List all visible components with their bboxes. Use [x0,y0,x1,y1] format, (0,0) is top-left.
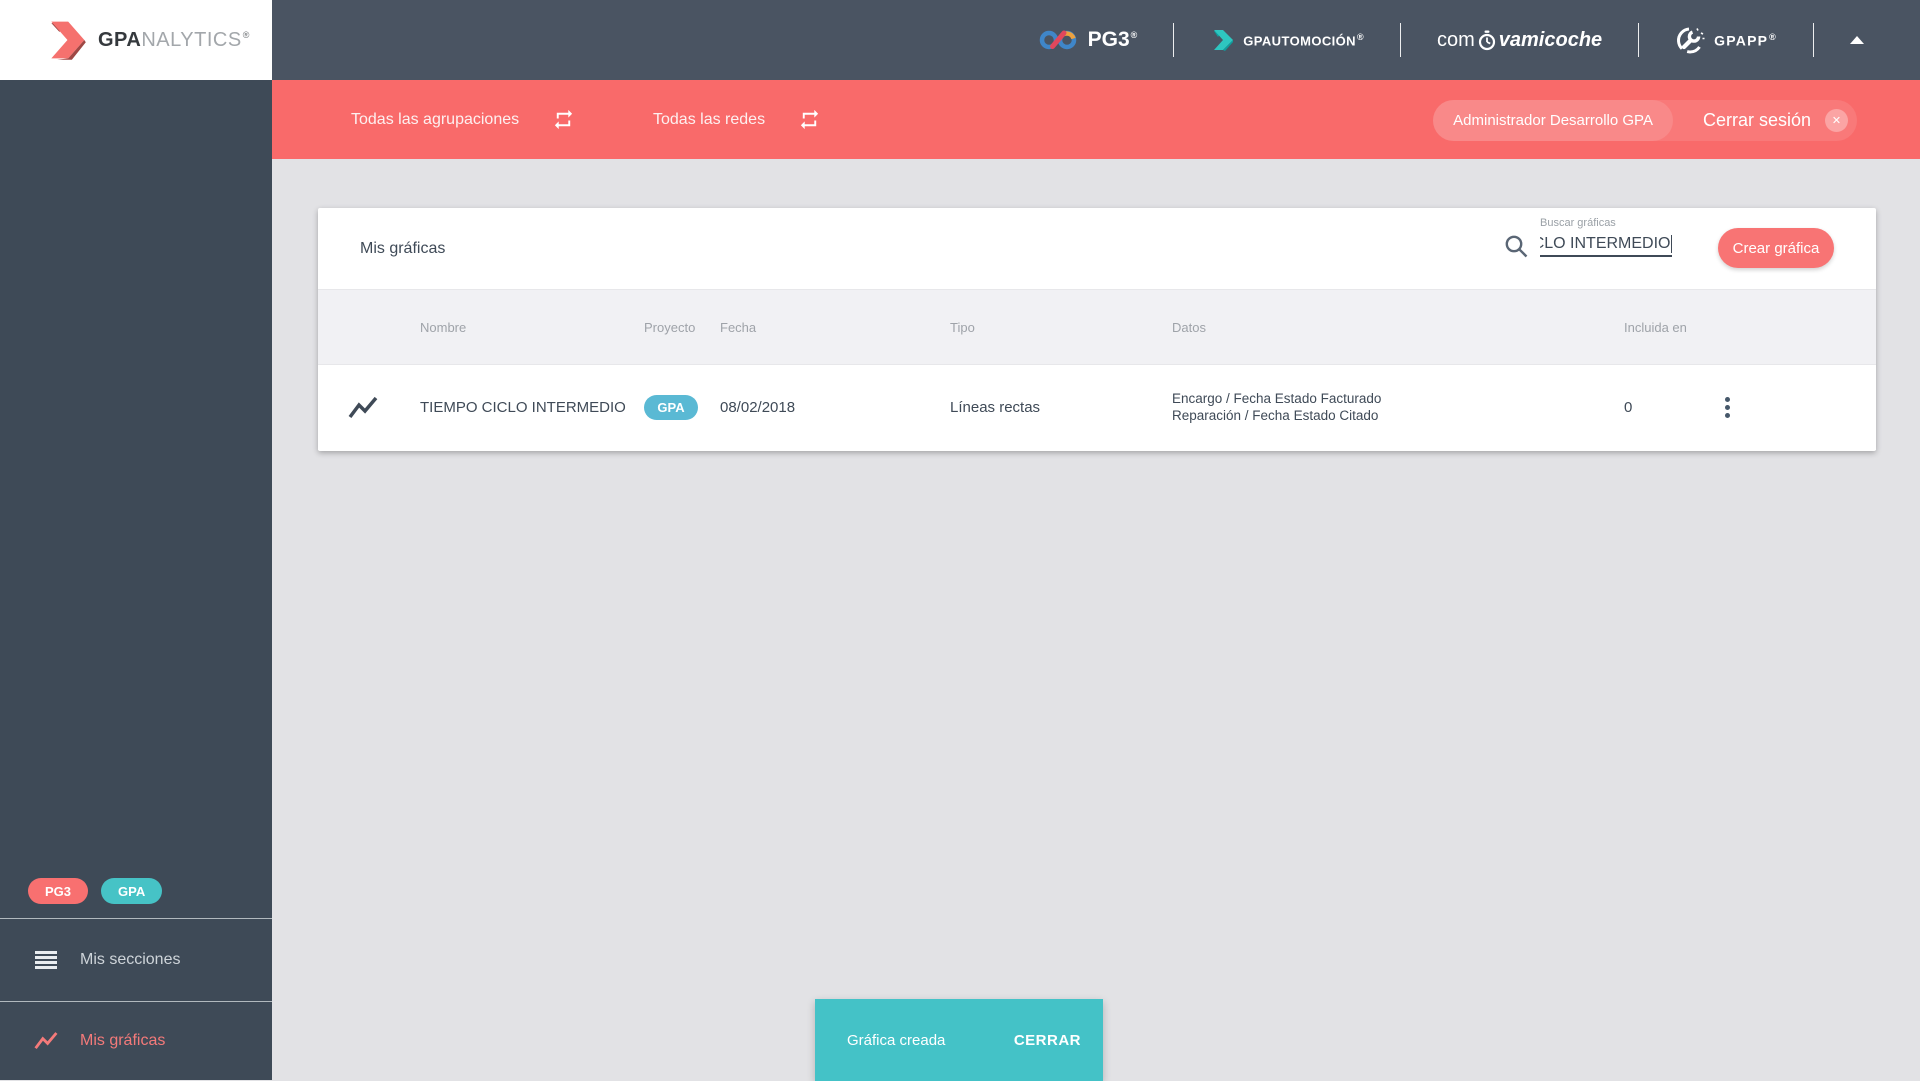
gpapp-wrench-icon [1677,27,1705,54]
top-bar: PG3® GPAUTOMOCIÓN® com vamicoche GPAPP® [272,0,1920,80]
session-pill: Administrador Desarrollo GPA Cerrar sesi… [1433,100,1857,141]
text-cursor [1670,234,1672,253]
column-header-tipo: Tipo [950,319,975,335]
swap-icon[interactable] [552,108,575,131]
row-data-line1: Encargo / Fecha Estado Facturado [1172,391,1382,406]
filter-agrupaciones-label: Todas las agrupaciones [351,110,520,128]
sidebar: GPANALYTICS® PG3 GPA Mis secciones Mis g… [0,0,272,1080]
badge-gpa[interactable]: GPA [101,878,163,904]
row-date: 08/02/2018 [720,399,796,416]
search-input-value: CICLO INTERMEDIO [1540,234,1671,252]
brand-gpapp-label: GPAPP® [1714,31,1777,49]
sidebar-badges: PG3 GPA [28,878,163,904]
app-logo-text: GPANALYTICS® [98,29,250,52]
search-label: Buscar gráficas [1540,217,1616,229]
brand-gpautomocion-label: GPAUTOMOCIÓN® [1243,31,1364,49]
card-header: Mis gráficas Buscar gráficas CICLO INTER… [318,208,1876,289]
brand-comvamicoche[interactable]: com vamicoche [1437,29,1602,52]
divider [1813,23,1814,57]
graphs-card: Mis gráficas Buscar gráficas CICLO INTER… [318,208,1876,451]
snackbar: Gráfica creada CERRAR [815,999,1103,1081]
row-type: Líneas rectas [950,399,1041,416]
snackbar-close-button[interactable]: CERRAR [1004,1026,1091,1055]
row-included-in: 0 [1624,399,1633,416]
divider [1173,23,1175,57]
kebab-menu-icon[interactable] [1717,397,1741,418]
row-data: Encargo / Fecha Estado Facturado Reparac… [1172,391,1624,424]
logo-reg: ® [242,29,250,40]
snackbar-message: Gráfica creada [847,1031,946,1049]
filter-redes-label: Todas las redes [653,110,766,128]
clock-icon [1478,30,1495,50]
collapse-up-icon[interactable] [1850,36,1864,44]
brand-pg3[interactable]: PG3® [1039,26,1138,54]
filter-agrupaciones[interactable]: Todas las agrupaciones [351,80,575,159]
project-badge: GPA [644,395,698,420]
brand-gpautomocion[interactable]: GPAUTOMOCIÓN® [1210,28,1364,52]
sidebar-item-mis-secciones[interactable]: Mis secciones [0,918,272,1001]
table-row[interactable]: TIEMPO CICLO INTERMEDIO GPA 08/02/2018 L… [318,365,1876,450]
row-project: GPA [644,395,720,420]
page-title: Mis gráficas [360,239,446,257]
swap-icon[interactable] [798,108,821,131]
column-header-datos: Datos [1172,319,1206,335]
row-data-line2: Reparación / Fecha Estado Citado [1172,407,1379,423]
power-icon[interactable]: ✕ [1825,109,1848,132]
column-header-nombre: Nombre [420,319,467,335]
search-icon[interactable] [1503,233,1530,265]
logo-light: NALYTICS [141,28,242,51]
brand-gpapp[interactable]: GPAPP® [1675,25,1777,55]
brand-comvamicoche-label: com vamicoche [1436,28,1603,51]
table-header: Nombre Proyecto Fecha Tipo Datos Incluid… [318,289,1876,365]
column-header-proyecto: Proyecto [644,319,696,335]
app-logo[interactable]: GPANALYTICS® [0,0,272,80]
gpautomocion-arrow-icon [1214,30,1234,51]
current-user-label: Administrador Desarrollo GPA [1433,100,1673,141]
create-graph-button[interactable]: Crear gráfica [1718,228,1834,268]
pg3-infinity-icon [1039,30,1076,50]
sidebar-item-label: Mis gráficas [80,1032,166,1049]
chart-line-icon [34,1029,58,1053]
sidebar-item-mis-graficas[interactable]: Mis gráficas [0,1001,272,1080]
column-header-incluida-en: Incluida en [1624,319,1687,335]
badge-pg3[interactable]: PG3 [28,878,89,904]
row-name: TIEMPO CICLO INTERMEDIO [420,399,626,416]
sidebar-item-label: Mis secciones [80,951,181,968]
logo-bold: GPA [98,28,142,51]
filter-bar: Todas las agrupaciones Todas las redes A… [272,80,1920,159]
menu-icon [34,951,58,969]
column-header-fecha: Fecha [720,319,757,335]
brand-pg3-label: PG3® [1087,28,1138,51]
filter-redes[interactable]: Todas las redes [653,80,821,159]
search-field[interactable]: Buscar gráficas CICLO INTERMEDIO [1540,217,1672,257]
divider [1399,23,1401,57]
divider [1638,23,1640,57]
search-input[interactable]: CICLO INTERMEDIO [1540,232,1672,257]
logout-button[interactable]: Cerrar sesión [1703,110,1811,131]
gpa-analytics-logo-icon [51,21,86,60]
line-chart-icon [318,395,420,421]
brand-cluster: PG3® GPAUTOMOCIÓN® com vamicoche GPAPP® [1039,0,1864,80]
